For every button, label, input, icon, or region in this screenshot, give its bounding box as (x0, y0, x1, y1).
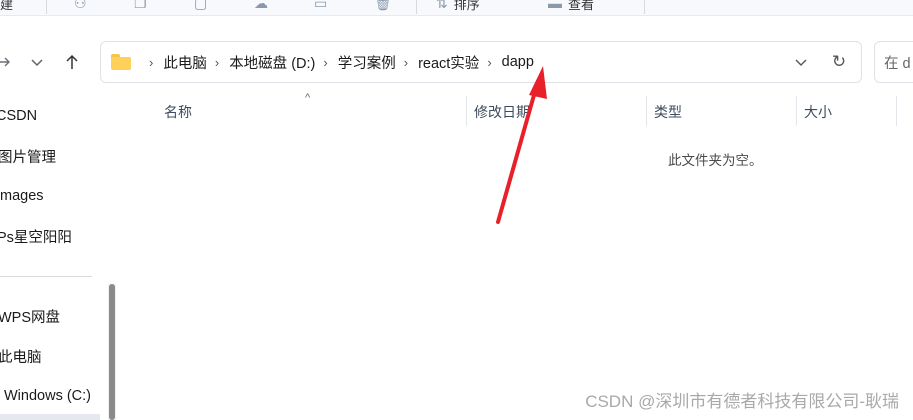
address-row: › 此电脑 › 本地磁盘 (D:) › 学习案例 › react实验 › dap… (0, 32, 913, 92)
column-date-modified[interactable]: 修改日期 (474, 102, 530, 122)
sidebar-item-label: mages (0, 188, 44, 204)
arrow-up-icon (66, 54, 78, 69)
sidebar-item-this-pc[interactable]: 此电脑 (0, 344, 42, 368)
column-separator[interactable] (896, 96, 897, 126)
sidebar-selection-highlight (0, 414, 100, 420)
refresh-button[interactable]: ↻ (827, 52, 851, 72)
column-type[interactable]: 类型 (654, 102, 682, 122)
arrow-right-icon (0, 57, 10, 67)
column-name[interactable]: 名称 (164, 102, 192, 122)
sidebar-item-label: WPS网盘 (0, 309, 61, 326)
forward-button[interactable] (0, 50, 16, 74)
breadcrumb-study-cases[interactable]: 学习案例 (338, 52, 396, 73)
command-bar: 建 ⚇ ❐ ▢ ☁ ▭ 🗑 ⇅ 排序 ▬ 查看 (0, 0, 913, 16)
watermark: CSDN @深圳市有德者科技有限公司-耿瑞 (585, 392, 899, 411)
paste-icon: ▢ (194, 0, 208, 11)
chevron-right-icon[interactable]: › (487, 55, 491, 70)
sidebar-scrollbar[interactable] (108, 284, 116, 420)
breadcrumb-react-experiment[interactable]: react实验 (418, 52, 479, 73)
sidebar-item-wps-drive[interactable]: WPS网盘 (0, 304, 60, 328)
copy-button[interactable]: ❐ (134, 0, 147, 14)
share-button[interactable]: ⚇ (74, 0, 87, 14)
address-bar[interactable]: › 此电脑 › 本地磁盘 (D:) › 学习案例 › react实验 › dap… (100, 41, 862, 83)
toolbar-separator (416, 0, 417, 14)
column-header-row: ^ 名称 修改日期 类型 大小 (122, 92, 913, 130)
cloud-icon: ☁ (254, 0, 268, 11)
rename-button[interactable]: ▭ (314, 0, 327, 14)
search-input[interactable]: 在 d (874, 41, 913, 83)
chevron-right-icon[interactable]: › (323, 55, 327, 70)
column-size[interactable]: 大小 (804, 102, 832, 122)
sidebar-item-image-management[interactable]: 图片管理 (0, 144, 56, 168)
new-button-partial[interactable]: 建 (0, 0, 13, 14)
column-separator[interactable] (466, 96, 467, 126)
chevron-down-icon (795, 59, 807, 66)
sort-ascending-icon: ^ (305, 92, 311, 104)
new-label: 建 (0, 0, 14, 12)
sidebar-item-label: 此电脑 (0, 349, 42, 366)
breadcrumb: › 此电脑 › 本地磁盘 (D:) › 学习案例 › react实验 › dap… (111, 42, 534, 82)
sidebar-item-ps-starry-sky[interactable]: Ps星空阳阳 (0, 224, 72, 248)
view-icon: ▬ (548, 0, 562, 11)
column-separator[interactable] (796, 96, 797, 126)
refresh-icon: ↻ (831, 52, 847, 71)
paste-button[interactable]: ▢ (194, 0, 207, 14)
up-button[interactable] (60, 50, 84, 74)
toolbar-separator (46, 0, 47, 14)
column-separator[interactable] (646, 96, 647, 126)
rename-icon: ▭ (314, 0, 328, 11)
file-list-pane: ^ 名称 修改日期 类型 大小 此文件夹为空。 (122, 92, 913, 420)
delete-button[interactable]: 🗑 (374, 0, 392, 14)
cloud-button[interactable]: ☁ (254, 0, 268, 14)
sort-label: 排序 (453, 0, 480, 12)
sidebar-item-label: 图片管理 (0, 149, 56, 166)
sidebar-divider (0, 276, 92, 277)
sidebar-item-label: CSDN (0, 108, 38, 124)
view-button[interactable]: ▬ 查看 (548, 0, 594, 14)
sidebar-item-images[interactable]: mages (0, 184, 44, 208)
search-placeholder: 在 d (884, 55, 911, 72)
breadcrumb-this-pc[interactable]: 此电脑 (163, 52, 207, 73)
breadcrumb-local-disk-d[interactable]: 本地磁盘 (D:) (229, 52, 315, 73)
sort-button[interactable]: ⇅ 排序 (436, 0, 480, 14)
sidebar-item-label: Windows (C:) (4, 388, 92, 404)
copy-icon: ❐ (134, 0, 147, 11)
sidebar-item-label: Ps星空阳阳 (0, 229, 72, 246)
share-icon: ⚇ (74, 0, 87, 11)
sort-icon: ⇅ (436, 0, 448, 11)
sidebar-item-csdn[interactable]: CSDN (0, 104, 37, 128)
folder-icon (111, 54, 131, 70)
chevron-right-icon[interactable]: › (215, 55, 219, 70)
chevron-down-icon (31, 59, 43, 67)
sidebar-scrollbar-thumb[interactable] (109, 284, 115, 420)
delete-icon: 🗑 (374, 0, 392, 11)
toolbar-separator (644, 0, 645, 14)
address-history-button[interactable] (789, 52, 813, 72)
sidebar-item-windows-c[interactable]: Windows (C:) (4, 384, 91, 408)
empty-folder-message: 此文件夹为空。 (668, 153, 763, 168)
view-label: 查看 (568, 0, 595, 12)
breadcrumb-dapp[interactable]: dapp (502, 54, 534, 70)
chevron-right-icon[interactable]: › (404, 55, 408, 70)
chevron-right-icon[interactable]: › (149, 55, 153, 70)
recent-locations-button[interactable] (25, 50, 49, 74)
navigation-pane: CSDN 图片管理 mages Ps星空阳阳 WPS网盘 此电脑 Windows… (0, 92, 122, 420)
